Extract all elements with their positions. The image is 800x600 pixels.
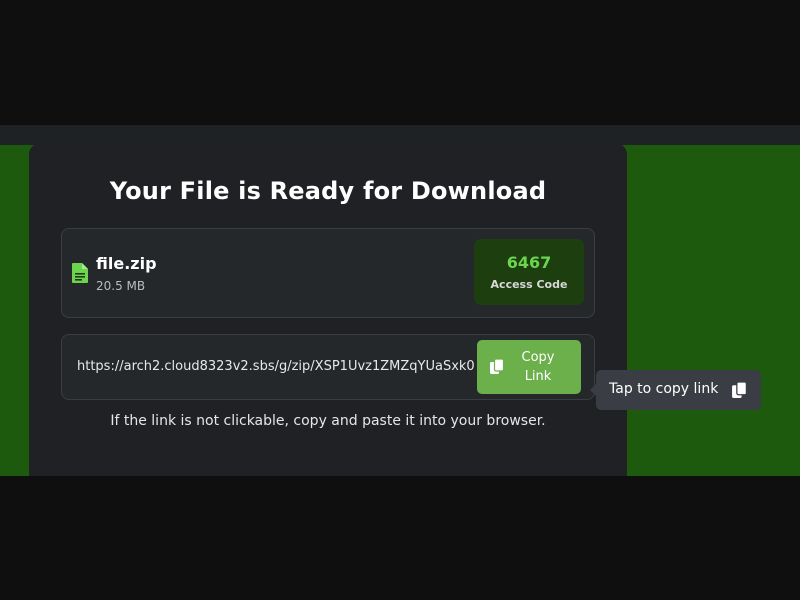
top-band	[0, 125, 800, 145]
access-code-value: 6467	[506, 253, 552, 272]
download-link[interactable]: https://arch2.cloud8323v2.sbs/g/zip/XSP1…	[77, 359, 477, 374]
copy-link-button[interactable]: Copy Link	[477, 340, 581, 394]
copy-icon	[490, 359, 504, 374]
copy-tooltip: Tap to copy link	[590, 370, 761, 410]
page-title: Your File is Ready for Download	[109, 177, 547, 205]
download-card: Your File is Ready for Download file.zip…	[29, 144, 627, 476]
file-info-box: file.zip 20.5 MB 6467 Access Code	[61, 228, 595, 318]
file-icon	[72, 263, 88, 283]
instruction-text: If the link is not clickable, copy and p…	[110, 413, 546, 429]
access-code-badge: 6467 Access Code	[474, 239, 584, 305]
page: Your File is Ready for Download file.zip…	[0, 0, 800, 600]
copy-icon	[732, 382, 747, 398]
file-name: file.zip	[96, 254, 157, 273]
copy-link-label: Copy Link	[521, 350, 555, 384]
file-size: 20.5 MB	[96, 279, 146, 293]
tooltip-text: Tap to copy link	[609, 381, 719, 397]
access-code-label: Access Code	[490, 278, 568, 291]
download-link-box: https://arch2.cloud8323v2.sbs/g/zip/XSP1…	[61, 334, 595, 400]
